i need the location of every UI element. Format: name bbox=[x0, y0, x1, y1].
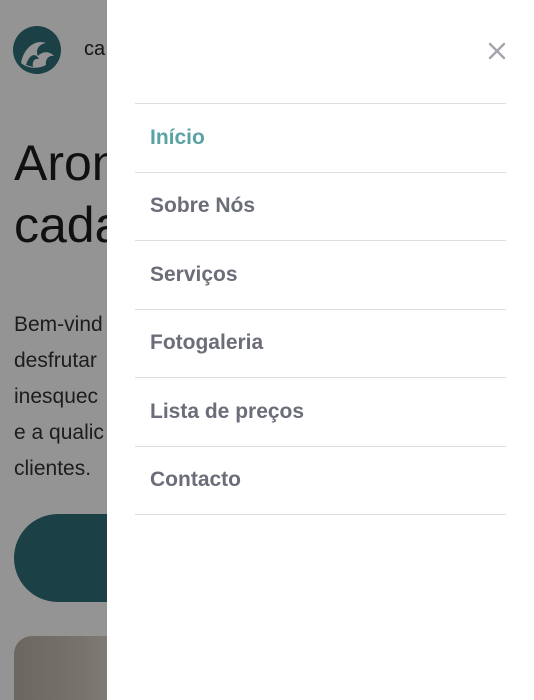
menu-item-contacto[interactable]: Contacto bbox=[135, 447, 506, 515]
page: ca Aron cada Bem-vind desfrutar inesquec… bbox=[0, 0, 534, 700]
nav-drawer: Início Sobre Nós Serviços Fotogaleria Li… bbox=[107, 0, 534, 700]
menu-item-fotogaleria[interactable]: Fotogaleria bbox=[135, 310, 506, 378]
nav-menu: Início Sobre Nós Serviços Fotogaleria Li… bbox=[135, 103, 506, 515]
menu-item-sobre-nos[interactable]: Sobre Nós bbox=[135, 173, 506, 241]
menu-item-servicos[interactable]: Serviços bbox=[135, 241, 506, 310]
menu-item-lista-de-precos[interactable]: Lista de preços bbox=[135, 378, 506, 447]
menu-item-inicio[interactable]: Início bbox=[135, 104, 506, 173]
close-icon[interactable] bbox=[483, 37, 511, 65]
